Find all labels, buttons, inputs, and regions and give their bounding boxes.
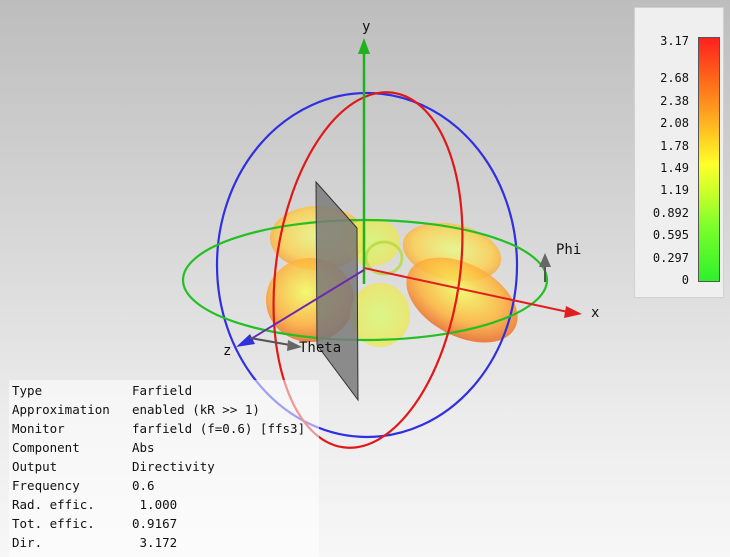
info-key: Dir. [12, 535, 43, 550]
legend-tick: 0.297 [652, 250, 689, 265]
legend-tick: 0 [681, 273, 689, 287]
legend-tick: 1.49 [660, 160, 689, 175]
legend-tick: 3.17 [660, 34, 689, 48]
x-axis-arrow [564, 306, 582, 318]
color-legend: 3.17 2.68 2.38 2.08 1.78 1.49 1.19 0.892 0.595 0.… [634, 7, 724, 298]
antenna-plate [315, 180, 359, 402]
3d-viewport[interactable]: y x z Phi Theta 3.17 2.68 2.38 2.08 1.78 1.49… [0, 0, 730, 557]
info-value: Farfield [132, 383, 193, 398]
info-key: Approximation [12, 402, 110, 417]
legend-tick: 2.68 [660, 70, 689, 85]
legend-tick: 1.78 [660, 138, 689, 153]
x-axis-label: x [591, 305, 599, 321]
legend-tick: 1.19 [660, 183, 689, 198]
z-axis-arrow [236, 334, 255, 347]
y-axis-arrow [358, 38, 370, 54]
legend-tick: 0.595 [652, 228, 689, 243]
info-key: Rad. effic. [12, 497, 95, 512]
info-key: Component [12, 440, 80, 455]
info-value: 0.9167 [132, 516, 178, 531]
y-axis-label: y [362, 19, 370, 35]
legend-tick: 2.38 [660, 93, 689, 108]
info-key: Frequency [12, 478, 80, 493]
legend-tick: 0.892 [652, 205, 689, 220]
info-value: enabled (kR >> 1) [132, 402, 260, 417]
z-axis-label: z [223, 343, 231, 359]
info-key: Output [12, 459, 58, 474]
info-value: 1.000 [132, 497, 178, 512]
legend-colorbar [698, 37, 720, 282]
info-key: Tot. effic. [12, 516, 95, 531]
lobe-center-bottom [350, 283, 410, 347]
info-value: Abs [132, 440, 155, 455]
theta-arrow-line [249, 337, 291, 346]
info-value: Directivity [132, 459, 215, 474]
phi-label: Phi [556, 242, 581, 258]
info-key: Monitor [12, 421, 65, 436]
info-key: Type [12, 383, 43, 398]
legend-tick: 2.08 [660, 116, 689, 131]
info-panel: Type Farfield Approximation enabled (kR >> … [9, 380, 319, 557]
info-value: 0.6 [132, 478, 155, 493]
info-value: 3.172 [132, 535, 178, 550]
theta-label: Theta [299, 340, 341, 356]
info-value: farfield (f=0.6) [ffs3] [132, 421, 306, 436]
phi-arrow-head [539, 253, 551, 267]
